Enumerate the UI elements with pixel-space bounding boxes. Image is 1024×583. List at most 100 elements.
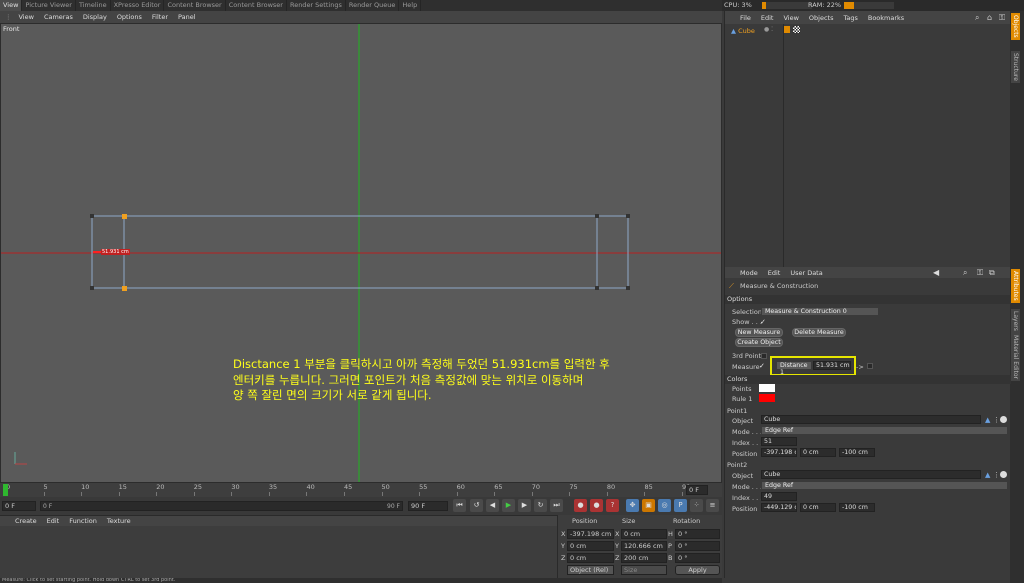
menu-tags[interactable]: Tags xyxy=(838,14,862,22)
param-key-icon[interactable]: P xyxy=(674,499,687,512)
pla-key-icon[interactable]: ⁘ xyxy=(690,499,703,512)
keyframe-selection-icon[interactable]: ? xyxy=(606,499,619,512)
point2-pick-icon[interactable]: ▲ xyxy=(985,471,990,479)
rotation-h-field[interactable]: 0 ° xyxy=(675,529,720,539)
current-frame-field[interactable]: 0 F xyxy=(686,485,708,495)
point2-pos-y[interactable]: 0 cm xyxy=(800,503,836,512)
home-icon[interactable]: ⌂ xyxy=(987,13,992,22)
lock-icon[interactable]: ⚿ xyxy=(977,268,983,278)
next-frame-icon[interactable]: ▶ xyxy=(518,499,531,512)
points-color-swatch[interactable] xyxy=(759,384,775,392)
rotate-key-icon[interactable]: ◎ xyxy=(658,499,671,512)
distance-label[interactable]: Distance 1 xyxy=(776,361,812,376)
go-to-start-icon[interactable]: ⏮ xyxy=(453,499,466,512)
point1-pos-x[interactable]: -397.198 c xyxy=(761,448,797,457)
menu-objects[interactable]: Objects xyxy=(804,14,839,22)
menu-display[interactable]: Display xyxy=(78,13,112,21)
point2-mode-dropdown[interactable]: Edge Ref xyxy=(761,481,1008,490)
point1-pos-y[interactable]: 0 cm xyxy=(800,448,836,457)
menu-create[interactable]: Create xyxy=(10,517,42,525)
back-arrow-icon[interactable]: ◀ xyxy=(933,268,939,277)
menu-cameras[interactable]: Cameras xyxy=(39,13,78,21)
point2-pos-z[interactable]: -100 cm xyxy=(839,503,875,512)
point1-index-field[interactable]: 51 xyxy=(761,437,797,446)
tab-content-browser-2[interactable]: Content Browser xyxy=(226,0,287,11)
scale-key-icon[interactable]: ▣ xyxy=(642,499,655,512)
autokey-icon[interactable]: ● xyxy=(590,499,603,512)
point1-object-field[interactable]: Cube xyxy=(761,415,981,424)
tab-content-browser[interactable]: Content Browser xyxy=(164,0,226,11)
point1-menu-icon[interactable]: ⋮ xyxy=(993,416,1000,424)
tab-help[interactable]: Help xyxy=(399,0,422,11)
rule-color-swatch[interactable] xyxy=(759,394,775,402)
distance-option-checkbox[interactable] xyxy=(867,363,873,369)
tab-timeline[interactable]: Timeline xyxy=(76,0,111,11)
third-point-checkbox[interactable] xyxy=(761,353,767,359)
point1-mode-dropdown[interactable]: Edge Ref xyxy=(761,426,1008,435)
size-x-field[interactable]: 0 cm xyxy=(621,529,667,539)
menu-view[interactable]: View xyxy=(14,13,39,21)
menu-edit[interactable]: Edit xyxy=(756,14,779,22)
end-frame-field[interactable]: 90 F xyxy=(408,501,448,511)
timeline-ruler[interactable]: 051015202530354045505560657075808590 xyxy=(0,483,722,497)
size-mode-dropdown[interactable]: Size xyxy=(621,565,667,575)
lock-icon[interactable]: ⚿ xyxy=(999,13,1005,23)
menu-function[interactable]: Function xyxy=(64,517,102,525)
point1-pick-icon[interactable]: ▲ xyxy=(985,416,990,424)
search-icon[interactable]: ⌕ xyxy=(975,13,979,23)
create-object-button[interactable]: Create Object xyxy=(735,338,783,347)
menu-view[interactable]: View xyxy=(778,14,803,22)
point2-menu-icon[interactable]: ⋮ xyxy=(993,471,1000,479)
tab-objects[interactable]: Objects xyxy=(1011,13,1020,40)
tab-view[interactable]: View xyxy=(0,0,23,11)
record-keys-icon[interactable]: ● xyxy=(574,499,587,512)
size-y-field[interactable]: 120.666 cm xyxy=(621,541,667,551)
measure-checkbox[interactable]: ✓ xyxy=(759,362,765,370)
menu-file[interactable]: File xyxy=(735,14,756,22)
go-to-end-icon[interactable]: ⏭ xyxy=(550,499,563,512)
menu-texture[interactable]: Texture xyxy=(102,517,136,525)
point1-target-icon[interactable] xyxy=(1000,416,1007,423)
move-key-icon[interactable]: ✥ xyxy=(626,499,639,512)
tag-icon[interactable] xyxy=(783,26,790,33)
visibility-dots-icon[interactable]: ● ⁚ xyxy=(764,26,773,33)
tab-render-queue[interactable]: Render Queue xyxy=(346,0,400,11)
delete-measure-button[interactable]: Delete Measure xyxy=(792,328,846,337)
menu-options[interactable]: Options xyxy=(112,13,147,21)
apply-button[interactable]: Apply xyxy=(675,565,720,575)
new-measure-button[interactable]: New Measure xyxy=(735,328,783,337)
tab-structure[interactable]: Structure xyxy=(1011,51,1020,83)
previous-frame-icon[interactable]: ◀ xyxy=(486,499,499,512)
menu-edit[interactable]: Edit xyxy=(763,269,786,277)
menu-user-data[interactable]: User Data xyxy=(785,269,827,277)
tab-material-editor[interactable]: Material Editor xyxy=(1011,333,1020,382)
play-icon[interactable]: ▶ xyxy=(502,499,515,512)
position-x-field[interactable]: -397.198 cm xyxy=(567,529,614,539)
point2-target-icon[interactable] xyxy=(1000,471,1007,478)
point1-pos-z[interactable]: -100 cm xyxy=(839,448,875,457)
material-tag-icon[interactable] xyxy=(793,26,800,33)
tab-picture-viewer[interactable]: Picture Viewer xyxy=(22,0,76,11)
coord-mode-dropdown[interactable]: Object (Rel) xyxy=(567,565,614,575)
tab-render-settings[interactable]: Render Settings xyxy=(287,0,346,11)
frame-range-slider[interactable]: 0 F 90 F xyxy=(40,501,403,511)
timeline-menu-icon[interactable]: ≡ xyxy=(706,499,719,512)
show-checkbox[interactable]: ✓ xyxy=(760,318,766,326)
distance-field[interactable]: 51.931 cm xyxy=(813,361,851,370)
start-frame-field[interactable]: 0 F xyxy=(2,501,36,511)
new-panel-icon[interactable]: ⧉ xyxy=(989,268,995,278)
tab-xpresso-editor[interactable]: XPresso Editor xyxy=(111,0,165,11)
rotation-p-field[interactable]: 0 ° xyxy=(675,541,720,551)
point2-object-field[interactable]: Cube xyxy=(761,470,981,479)
menu-mode[interactable]: Mode xyxy=(735,269,763,277)
menu-bookmarks[interactable]: Bookmarks xyxy=(863,14,909,22)
object-row-cube[interactable]: ▲ Cube xyxy=(731,26,763,36)
menu-panel[interactable]: Panel xyxy=(173,13,201,21)
tab-attributes[interactable]: Attributes xyxy=(1011,269,1020,303)
search-icon[interactable]: ⌕ xyxy=(963,268,967,278)
position-y-field[interactable]: 0 cm xyxy=(567,541,614,551)
size-z-field[interactable]: 200 cm xyxy=(621,553,667,563)
menu-filter[interactable]: Filter xyxy=(147,13,173,21)
menu-edit[interactable]: Edit xyxy=(42,517,65,525)
selection-dropdown[interactable]: Measure & Construction 0 xyxy=(761,307,879,316)
